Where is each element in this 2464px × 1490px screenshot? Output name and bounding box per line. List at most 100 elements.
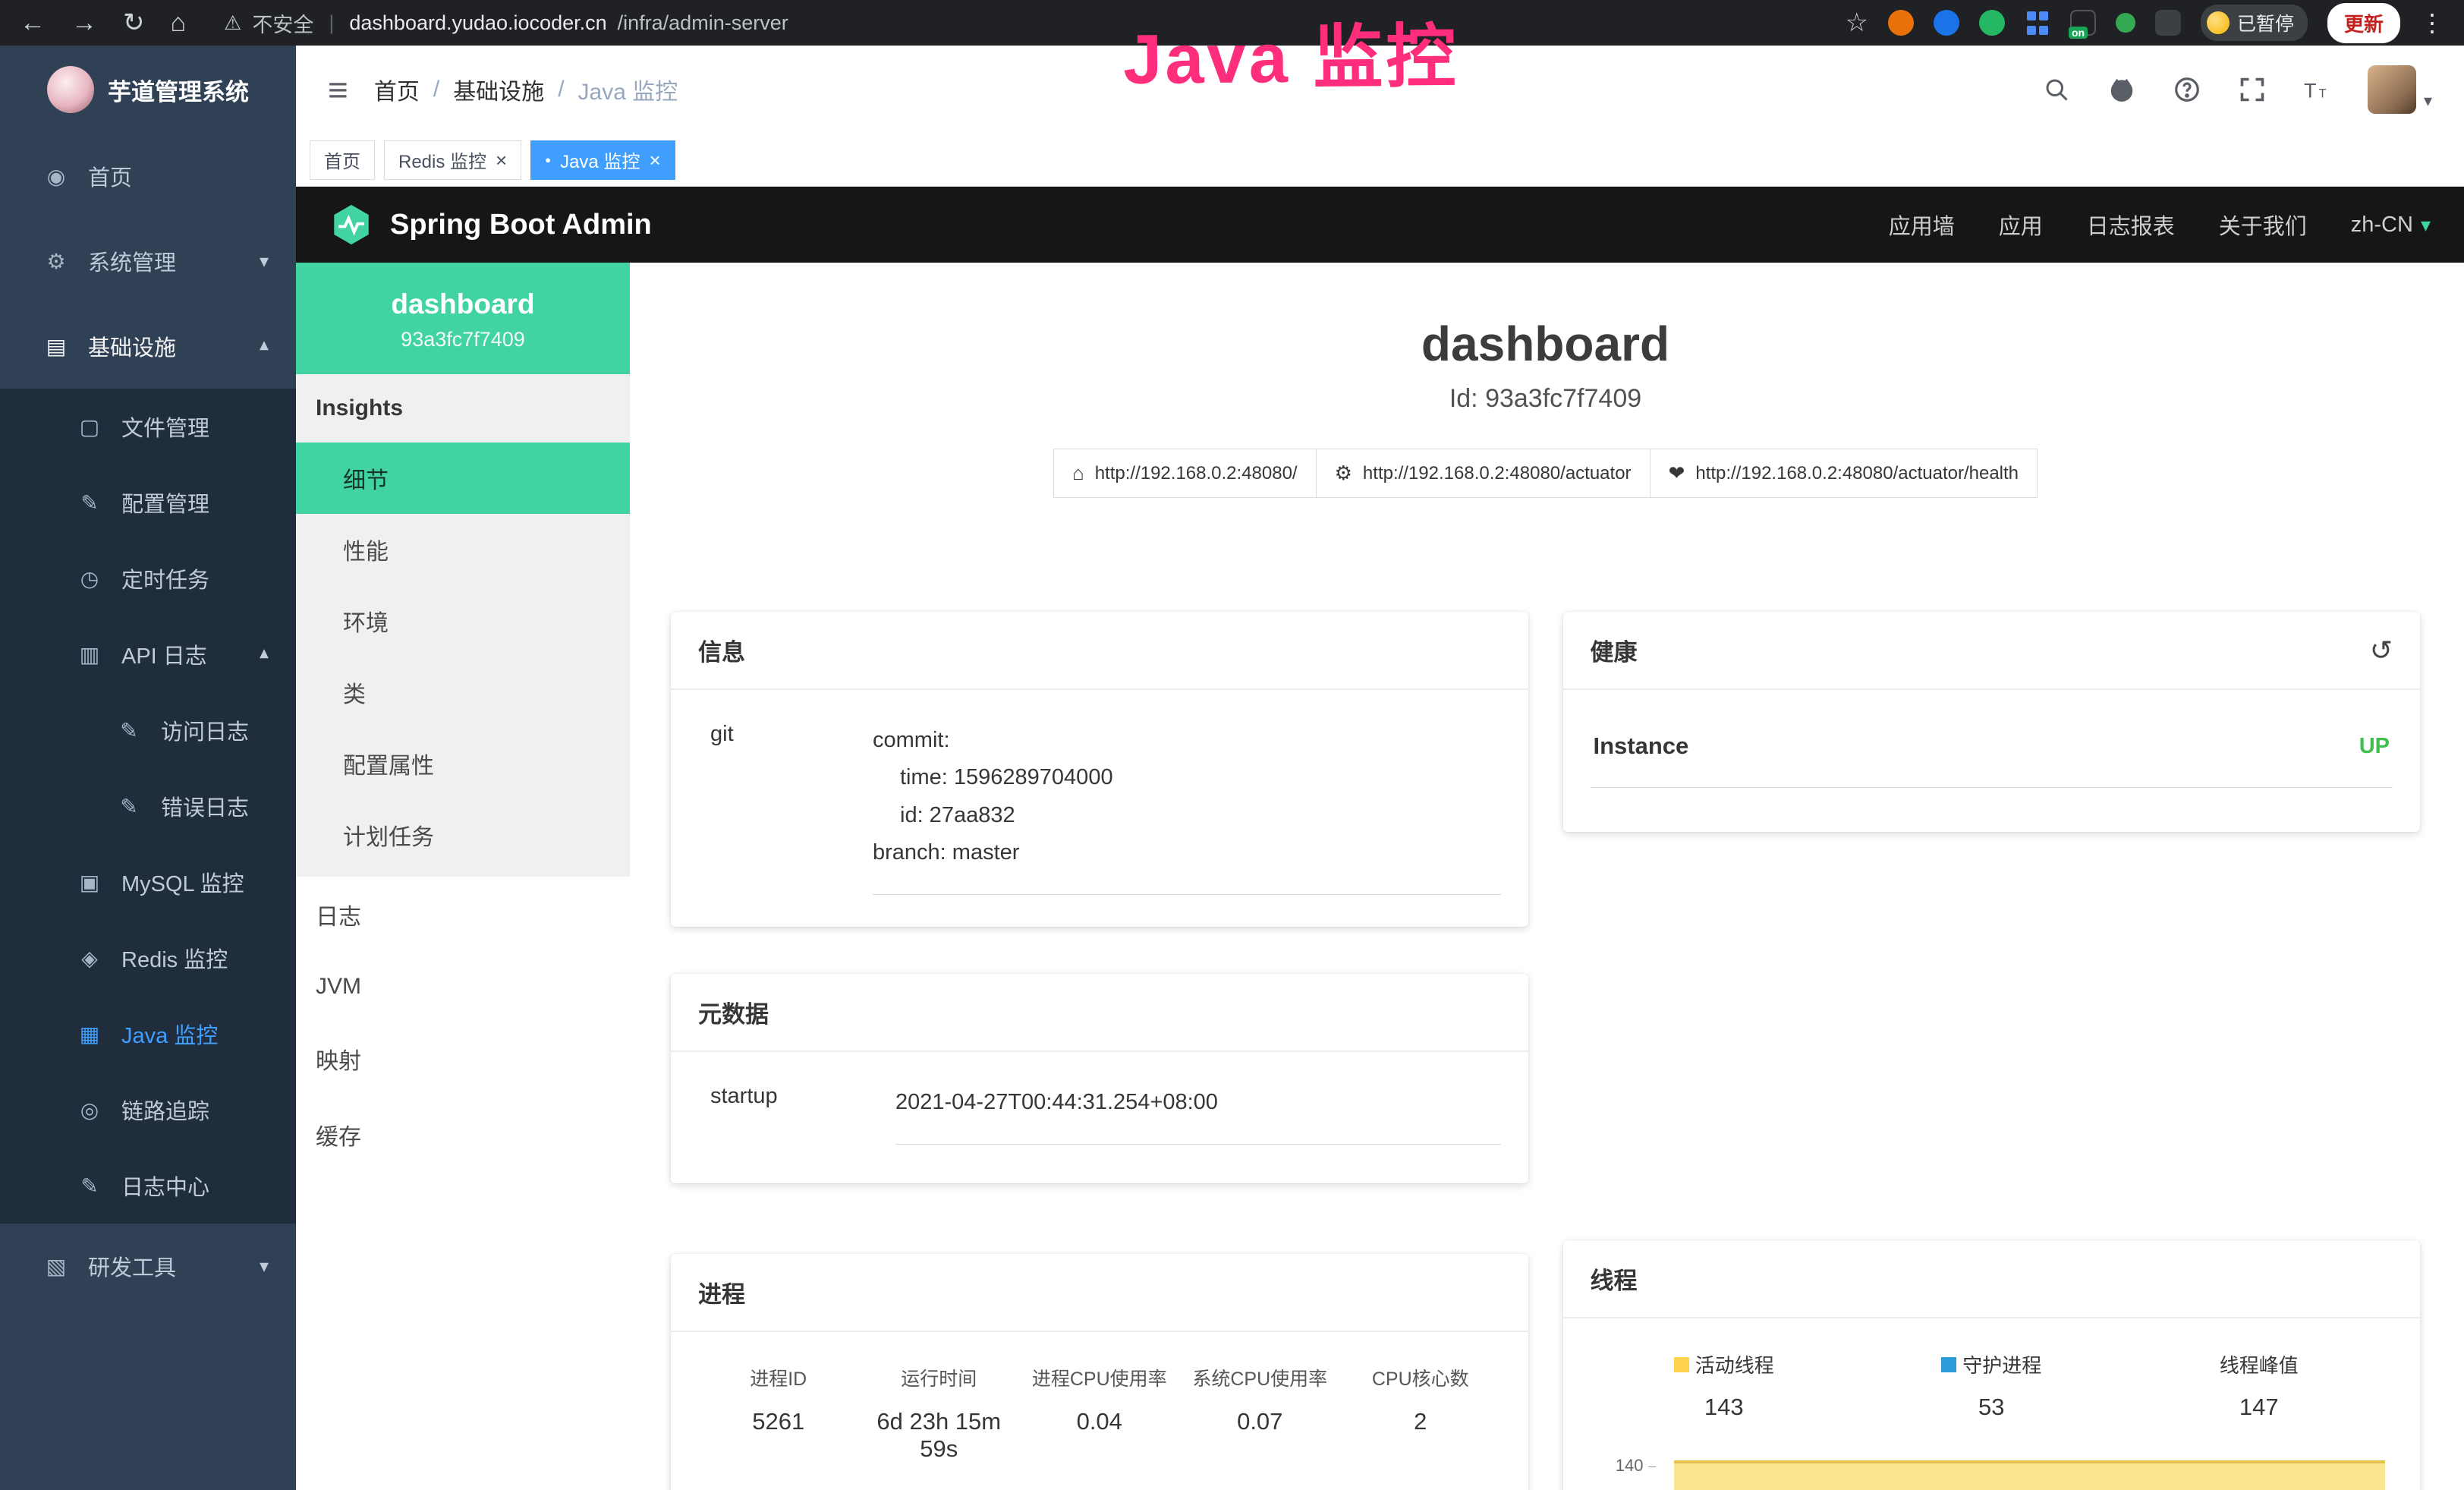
fullscreen-icon[interactable] bbox=[2237, 74, 2267, 105]
metadata-card-body: startup 2021-04-27T00:44:31.254+08:00 bbox=[671, 1052, 1528, 1177]
process-metric-value: 2 bbox=[1340, 1408, 1501, 1435]
sba-item-mappings[interactable]: 映射 bbox=[296, 1021, 630, 1097]
breadcrumb-home[interactable]: 首页 bbox=[374, 73, 420, 106]
tag-redis-monitor[interactable]: Redis 监控 × bbox=[384, 140, 521, 180]
sba-instance-id: 93a3fc7f7409 bbox=[304, 328, 622, 351]
chevron-down-icon: ▾ bbox=[2421, 213, 2431, 237]
sba-nav-about[interactable]: 关于我们 bbox=[2219, 209, 2307, 241]
extension-icon-switch[interactable]: on bbox=[2070, 10, 2096, 36]
font-size-icon[interactable]: T T bbox=[2302, 74, 2333, 105]
sidebar-item-api-logs[interactable]: ▥ API 日志 ▾ bbox=[0, 616, 296, 692]
tag-label: 首页 bbox=[324, 146, 360, 173]
sidebar-item-java-monitor[interactable]: ▦ Java 监控 bbox=[0, 996, 296, 1072]
sidebar-item-access-logs[interactable]: ✎ 访问日志 bbox=[0, 692, 296, 768]
metadata-card-header: 元数据 bbox=[671, 974, 1528, 1052]
paused-badge[interactable]: 已暂停 bbox=[2201, 5, 2308, 41]
sidebar-item-system-mgmt[interactable]: ⚙ 系统管理 ▾ bbox=[0, 219, 296, 304]
extension-icon-leaf[interactable] bbox=[2116, 13, 2135, 33]
health-history-icon[interactable]: ↺ bbox=[2370, 635, 2393, 666]
sba-locale-select[interactable]: zh-CN ▾ bbox=[2351, 213, 2431, 238]
browser-refresh-icon[interactable]: ↻ bbox=[123, 0, 145, 46]
sba-nav-applications[interactable]: 应用 bbox=[1999, 209, 2043, 241]
instance-home-link[interactable]: ⌂ http://192.168.0.2:48080/ bbox=[1053, 449, 1317, 498]
instance-actuator-link[interactable]: ⚙ http://192.168.0.2:48080/actuator bbox=[1316, 449, 1651, 498]
sba-nav-wallboard[interactable]: 应用墙 bbox=[1889, 209, 1955, 241]
extension-icon-drop[interactable] bbox=[1934, 10, 1959, 36]
sidebar-item-home[interactable]: ◉ 首页 bbox=[0, 134, 296, 219]
github-icon[interactable] bbox=[2107, 74, 2137, 105]
chrome-menu-icon[interactable]: ⋮ bbox=[2420, 8, 2444, 37]
user-menu[interactable]: ▾ bbox=[2368, 65, 2432, 114]
breadcrumb-section[interactable]: 基础设施 bbox=[453, 73, 544, 106]
git-commit-line: commit: bbox=[873, 722, 1501, 759]
legend-value: 147 bbox=[2126, 1394, 2393, 1421]
tag-close-icon[interactable]: × bbox=[649, 150, 660, 170]
browser-back-icon[interactable]: ← bbox=[20, 0, 46, 46]
sidebar-item-redis-monitor[interactable]: ◈ Redis 监控 bbox=[0, 920, 296, 996]
sba-brand[interactable]: Spring Boot Admin bbox=[329, 203, 652, 247]
health-card-header: 健康 ↺ bbox=[1563, 612, 2421, 690]
bookmark-star-icon[interactable]: ☆ bbox=[1845, 0, 1868, 46]
sba-body: dashboard 93a3fc7f7409 Insights 细节 性能 环境… bbox=[296, 263, 2464, 1490]
sba-item-environment[interactable]: 环境 bbox=[296, 585, 630, 657]
tag-home[interactable]: 首页 bbox=[310, 140, 375, 180]
browser-home-icon[interactable]: ⌂ bbox=[171, 0, 187, 46]
process-metric-label: 系统CPU使用率 bbox=[1180, 1364, 1341, 1391]
git-id-line: id: 27aa832 bbox=[873, 797, 1501, 834]
extension-icon-green[interactable] bbox=[1979, 10, 2005, 36]
process-metric-value: 6d 23h 15m 59s bbox=[859, 1408, 1020, 1463]
sidebar-item-label: 基础设施 bbox=[88, 330, 176, 362]
sba-nav-journal[interactable]: 日志报表 bbox=[2087, 209, 2175, 241]
search-icon[interactable] bbox=[2041, 74, 2072, 105]
process-metrics-row: 进程ID 5261 运行时间 6d 23h 15m 59s 进程CPU使用率 0… bbox=[698, 1364, 1501, 1490]
sba-item-details[interactable]: 细节 bbox=[296, 443, 630, 514]
sidebar-item-file-mgmt[interactable]: ▢ 文件管理 bbox=[0, 389, 296, 465]
sba-item-classes[interactable]: 类 bbox=[296, 657, 630, 728]
instance-health-link[interactable]: ❤ http://192.168.0.2:48080/actuator/heal… bbox=[1650, 449, 2038, 498]
sidebar-item-mysql-monitor[interactable]: ▣ MySQL 监控 bbox=[0, 844, 296, 920]
chrome-toolbar-right: ☆ on 已暂停 更新 ⋮ bbox=[1845, 0, 2444, 46]
sba-item-metrics[interactable]: 性能 bbox=[296, 514, 630, 585]
extension-icon-grid[interactable] bbox=[2025, 10, 2050, 36]
browser-forward-icon[interactable]: → bbox=[71, 0, 97, 46]
sidebar-item-log-center[interactable]: ✎ 日志中心 bbox=[0, 1148, 296, 1224]
sba-nav-links: 应用墙 应用 日志报表 关于我们 zh-CN ▾ bbox=[1889, 209, 2431, 241]
sba-item-scheduled-tasks[interactable]: 计划任务 bbox=[296, 799, 630, 871]
sidebar-item-config-mgmt[interactable]: ✎ 配置管理 bbox=[0, 465, 296, 540]
sba-item-jvm[interactable]: JVM bbox=[296, 953, 630, 1021]
timer-icon: ◷ bbox=[76, 566, 103, 591]
health-status-badge: UP bbox=[2359, 734, 2390, 759]
sidebar-item-label: 访问日志 bbox=[161, 714, 249, 746]
tag-close-icon[interactable]: × bbox=[496, 150, 507, 170]
legend-peak-threads: 线程峰值 147 bbox=[2126, 1350, 2393, 1421]
y-axis-tick: 140 bbox=[1591, 1456, 1656, 1476]
sba-navbar: Spring Boot Admin 应用墙 应用 日志报表 关于我们 zh-CN… bbox=[296, 187, 2464, 263]
active-tag-dot: ● bbox=[545, 154, 551, 165]
instance-links: ⌂ http://192.168.0.2:48080/ ⚙ http://192… bbox=[671, 449, 2420, 498]
address-bar[interactable]: ⚠ 不安全 | dashboard.yudao.iocoder.cn/infra… bbox=[224, 8, 788, 38]
security-label[interactable]: 不安全 bbox=[252, 8, 313, 38]
extension-icon-orange[interactable] bbox=[1888, 10, 1914, 36]
sidebar-item-scheduled-jobs[interactable]: ◷ 定时任务 bbox=[0, 540, 296, 616]
sidebar-item-tracing[interactable]: ◎ 链路追踪 bbox=[0, 1072, 296, 1148]
url-domain[interactable]: dashboard.yudao.iocoder.cn bbox=[349, 11, 606, 35]
sidebar-item-error-logs[interactable]: ✎ 错误日志 bbox=[0, 768, 296, 844]
sba-item-caches[interactable]: 缓存 bbox=[296, 1097, 630, 1173]
sba-item-logs[interactable]: 日志 bbox=[296, 877, 630, 953]
chrome-update-button[interactable]: 更新 bbox=[2327, 3, 2400, 43]
metadata-key: startup bbox=[698, 1084, 895, 1145]
process-card-body: 进程ID 5261 运行时间 6d 23h 15m 59s 进程CPU使用率 0… bbox=[671, 1332, 1528, 1490]
legend-live-threads: 活动线程 143 bbox=[1591, 1350, 1858, 1421]
sidebar-item-infrastructure[interactable]: ▤ 基础设施 ▾ bbox=[0, 304, 296, 389]
url-path[interactable]: /infra/admin-server bbox=[618, 11, 788, 35]
sidebar-item-label: 定时任务 bbox=[121, 562, 209, 594]
sba-instance-block[interactable]: dashboard 93a3fc7f7409 bbox=[296, 263, 630, 374]
git-branch-line: branch: master bbox=[873, 834, 1501, 871]
hamburger-icon[interactable]: ≡ bbox=[328, 69, 348, 110]
help-icon[interactable] bbox=[2172, 74, 2202, 105]
tag-java-monitor[interactable]: ● Java 监控 × bbox=[530, 140, 675, 180]
extensions-puzzle-icon[interactable] bbox=[2155, 10, 2181, 36]
sidebar-item-devtools[interactable]: ▧ 研发工具 ▾ bbox=[0, 1224, 296, 1309]
wrench-icon: ⚙ bbox=[1335, 461, 1352, 485]
sba-item-config-props[interactable]: 配置属性 bbox=[296, 728, 630, 799]
